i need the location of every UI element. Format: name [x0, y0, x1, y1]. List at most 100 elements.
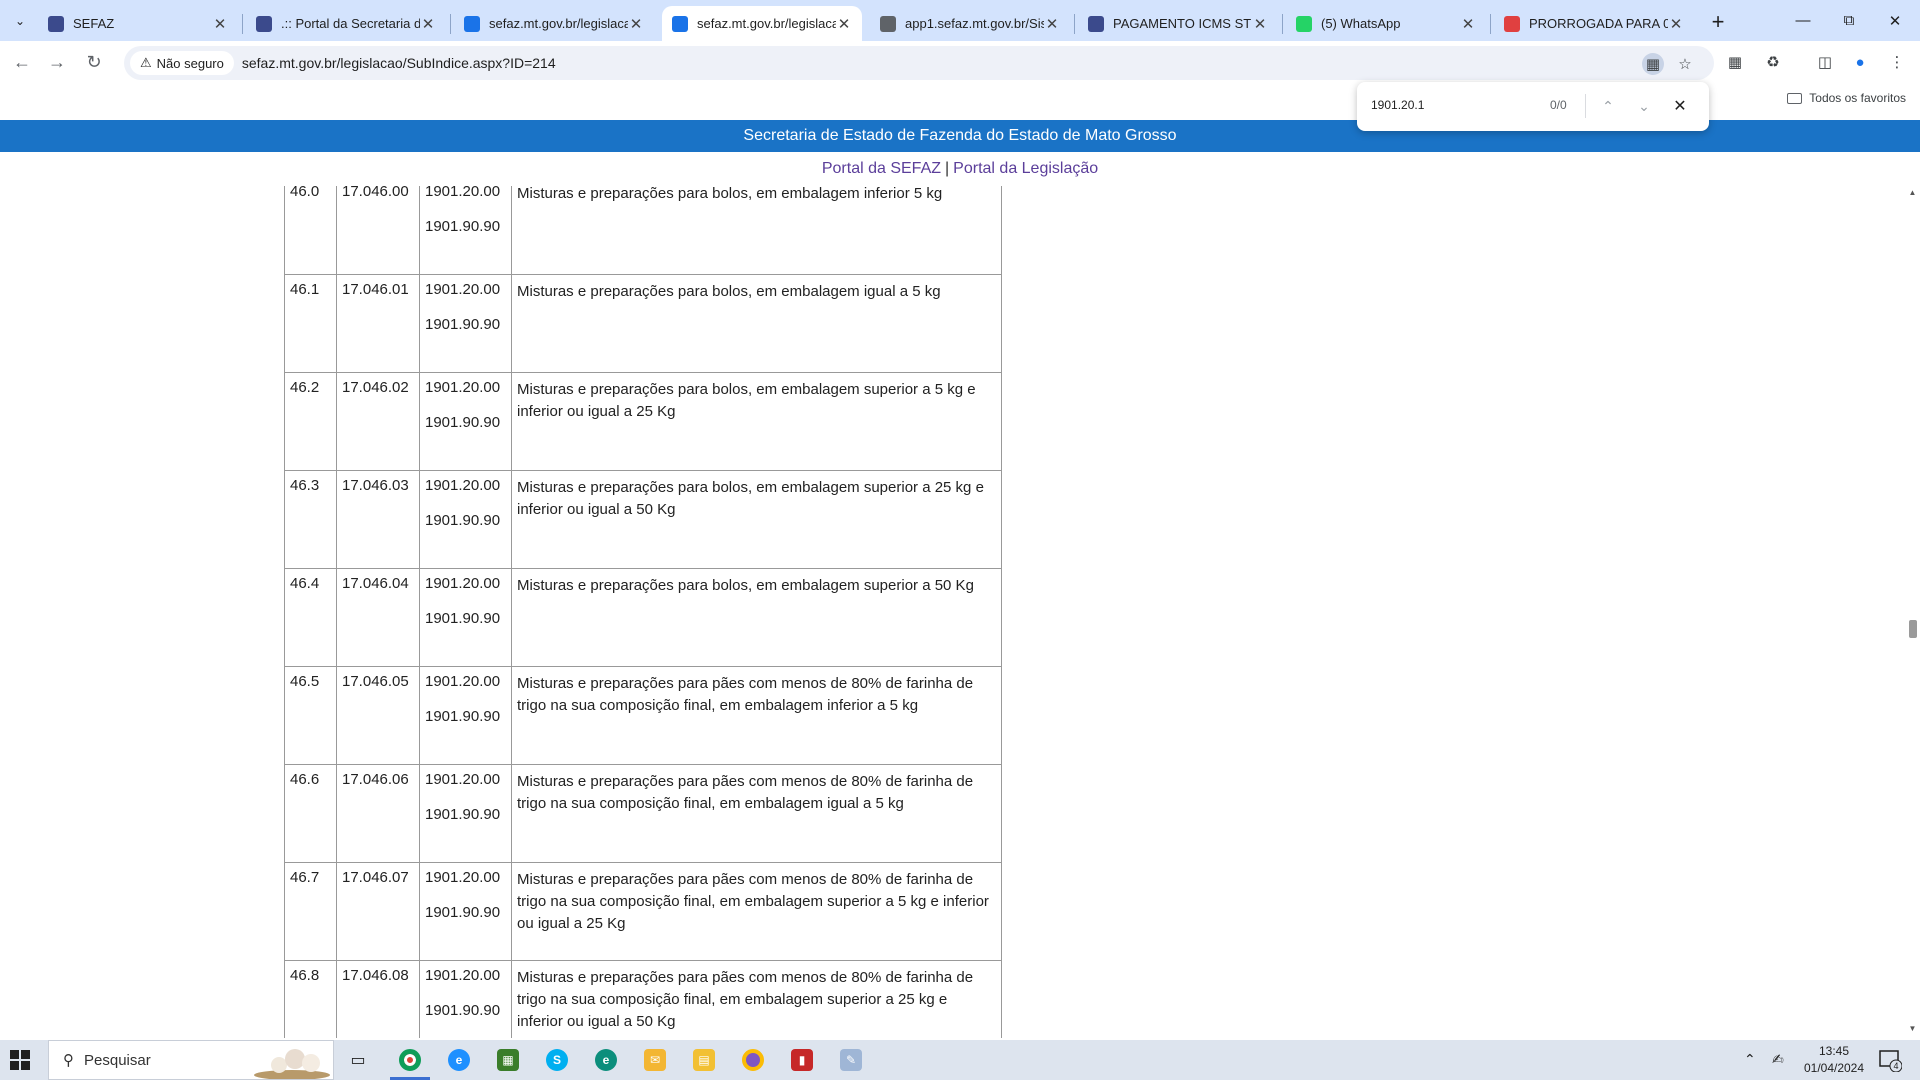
profile-avatar-icon[interactable]: ● — [1847, 49, 1873, 75]
tab-close-icon[interactable]: ✕ — [628, 15, 644, 33]
link-separator: | — [945, 160, 950, 177]
chrome-taskbar-icon[interactable] — [396, 1046, 424, 1074]
find-previous-chevron-icon[interactable]: ⌃ — [1597, 95, 1619, 117]
description-cell: Misturas e preparações para bolos, em em… — [511, 568, 1002, 667]
item-number-cell: 46.4 — [284, 568, 337, 667]
find-in-page-icon[interactable]: ▦ — [1642, 53, 1664, 75]
browser-tab[interactable]: SEFAZ ✕ — [38, 6, 238, 41]
tab-close-icon[interactable]: ✕ — [420, 15, 436, 33]
browser-tab[interactable]: .:: Portal da Secretaria de Fazenda✕ — [246, 6, 446, 41]
forward-arrow-icon[interactable]: → — [43, 48, 71, 76]
ncm-code: 1901.90.90 — [425, 512, 501, 529]
item-number-cell: 46.0 — [284, 186, 337, 275]
clock-date: 01/04/2024 — [1803, 1061, 1865, 1075]
new-tab-plus-icon[interactable]: + — [1704, 8, 1732, 36]
scroll-down-arrow-icon[interactable]: ▼ — [1908, 1024, 1917, 1033]
tab-title: .:: Portal da Secretaria de Fazenda — [281, 16, 420, 31]
tab-close-icon[interactable]: ✕ — [1460, 15, 1476, 33]
browser-tab[interactable]: PRORROGADA PARA 01/0✕ — [1494, 6, 1694, 41]
table-row: 46.5 17.046.05 1901.20.00 1901.90.90 Mistura… — [284, 666, 1002, 765]
outlook-mail-icon[interactable]: ✉ — [641, 1046, 669, 1074]
ncm-code: 1901.20.00 — [425, 673, 501, 690]
side-panel-icon[interactable]: ◫ — [1812, 49, 1838, 75]
search-highlight-illustration — [254, 1049, 330, 1079]
restore-icon[interactable]: ⧉ — [1826, 0, 1872, 41]
portal-sefaz-link[interactable]: Portal da SEFAZ — [822, 160, 941, 178]
browser-tab[interactable]: PAGAMENTO ICMS ST AN✕ — [1078, 6, 1278, 41]
ncm-code: 1901.90.90 — [425, 610, 501, 627]
tab-close-icon[interactable]: ✕ — [212, 15, 228, 33]
edge-icon[interactable]: e — [592, 1046, 620, 1074]
vertical-scrollbar[interactable]: ▲ ▼ — [1905, 186, 1920, 1038]
ncm-code: 1901.20.00 — [425, 281, 501, 298]
tab-favicon-icon — [1088, 15, 1104, 32]
ncm-code: 1901.20.00 — [425, 575, 501, 592]
url-text[interactable]: sefaz.mt.gov.br/legislacao/SubIndice.asp… — [242, 55, 556, 71]
ncm-codes-cell: 1901.20.00 1901.90.90 — [419, 764, 512, 863]
more-menu-icon[interactable]: ⋮ — [1884, 49, 1910, 75]
find-bar: 1901.20.1 0/0 ⌃ ⌄ ✕ — [1357, 82, 1709, 131]
tab-close-icon[interactable]: ✕ — [836, 15, 852, 33]
internet-explorer-icon[interactable]: e — [445, 1046, 473, 1074]
description-cell: Misturas e preparações para pães com men… — [511, 666, 1002, 765]
back-arrow-icon[interactable]: ← — [8, 48, 36, 76]
find-close-icon[interactable]: ✕ — [1669, 95, 1691, 117]
file-explorer-icon[interactable]: ▤ — [690, 1046, 718, 1074]
address-bar[interactable]: ⚠ Não seguro sefaz.mt.gov.br/legislacao/… — [124, 46, 1714, 80]
tab-strip: ⌄ SEFAZ✕.:: Portal da Secretaria de Faze… — [0, 0, 1920, 41]
scrollbar-thumb[interactable] — [1909, 620, 1917, 638]
taskbar-search-box[interactable]: ⚲ Pesquisar — [48, 1040, 334, 1080]
find-input[interactable]: 1901.20.1 — [1371, 98, 1424, 112]
store-app-icon[interactable]: ▦ — [494, 1046, 522, 1074]
item-number-cell: 46.6 — [284, 764, 337, 863]
table-row: 46.2 17.046.02 1901.20.00 1901.90.90 Mistura… — [284, 372, 1002, 471]
find-match-count: 0/0 — [1550, 98, 1567, 112]
tab-separator — [1074, 14, 1075, 34]
cest-code-cell: 17.046.00 — [336, 186, 420, 275]
reload-icon[interactable]: ↻ — [80, 48, 108, 76]
table-row: 46.0 17.046.00 1901.20.00 1901.90.90 Mistura… — [284, 186, 1002, 275]
browser-toolbar: ← → ↻ ⚠ Não seguro sefaz.mt.gov.br/legis… — [0, 41, 1920, 83]
ncm-codes-cell: 1901.20.00 1901.90.90 — [419, 186, 512, 275]
scroll-up-arrow-icon[interactable]: ▲ — [1908, 188, 1917, 197]
extension-icon[interactable]: ▦ — [1722, 49, 1748, 75]
browser-tab[interactable]: (5) WhatsApp ✕ — [1286, 6, 1486, 41]
folder-icon — [1787, 92, 1803, 104]
item-number-cell: 46.5 — [284, 666, 337, 765]
item-number-cell: 46.3 — [284, 470, 337, 569]
minimize-icon[interactable]: — — [1780, 0, 1826, 41]
pen-workspace-icon[interactable]: ✍ — [1772, 1051, 1784, 1068]
browser-tab[interactable]: app1.sefaz.mt.gov.br/Sistema✕ — [870, 6, 1070, 41]
bookmark-star-icon[interactable]: ☆ — [1674, 53, 1696, 75]
security-app-icon[interactable]: ▮ — [788, 1046, 816, 1074]
windows-start-icon[interactable] — [10, 1050, 30, 1070]
close-window-icon[interactable]: ✕ — [1872, 0, 1918, 41]
tab-search-chevron-icon[interactable]: ⌄ — [8, 9, 32, 33]
all-bookmarks-folder[interactable]: Todos os favoritos — [1787, 91, 1906, 105]
tab-separator — [242, 14, 243, 34]
browser-tab[interactable]: sefaz.mt.gov.br/legislacao ✕ — [662, 6, 862, 41]
task-view-icon[interactable]: ▭ — [344, 1046, 372, 1074]
ncm-codes-cell: 1901.20.00 1901.90.90 — [419, 470, 512, 569]
taskbar-clock[interactable]: 13:45 01/04/2024 — [1792, 1043, 1876, 1077]
table-row: 46.4 17.046.04 1901.20.00 1901.90.90 Mistura… — [284, 568, 1002, 667]
ncm-code: 1901.20.00 — [425, 771, 501, 788]
skype-icon[interactable]: S — [543, 1046, 571, 1074]
browser-tab[interactable]: sefaz.mt.gov.br/legislacao ✕ — [454, 6, 654, 41]
puzzle-extensions-icon[interactable]: ♻ — [1760, 49, 1786, 75]
chrome-alt-icon[interactable] — [739, 1046, 767, 1074]
tab-separator — [1490, 14, 1491, 34]
tab-close-icon[interactable]: ✕ — [1668, 15, 1684, 33]
description-cell: Misturas e preparações para bolos, em em… — [511, 186, 1002, 275]
tab-close-icon[interactable]: ✕ — [1252, 15, 1268, 33]
ncm-table: 46.0 17.046.00 1901.20.00 1901.90.90 Mistura… — [284, 186, 1002, 1038]
tab-close-icon[interactable]: ✕ — [1044, 15, 1060, 33]
tray-chevron-up-icon[interactable]: ⌃ — [1744, 1051, 1756, 1068]
table-row: 46.3 17.046.03 1901.20.00 1901.90.90 Mistura… — [284, 470, 1002, 569]
security-chip[interactable]: ⚠ Não seguro — [130, 51, 234, 75]
paint-app-icon[interactable]: ✎ — [837, 1046, 865, 1074]
portal-legislacao-link[interactable]: Portal da Legislação — [953, 160, 1098, 178]
find-next-chevron-icon[interactable]: ⌄ — [1633, 95, 1655, 117]
clock-time: 13:45 — [1818, 1044, 1850, 1058]
notifications-icon[interactable]: 4 — [1878, 1048, 1902, 1072]
